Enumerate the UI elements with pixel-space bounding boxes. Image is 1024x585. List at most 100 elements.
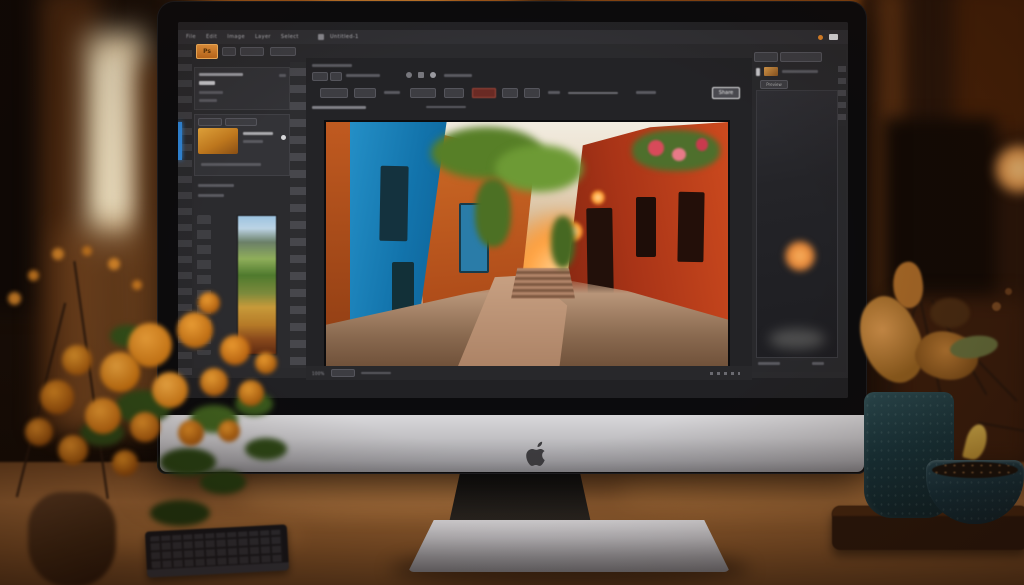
alley-steps xyxy=(511,268,575,299)
options-chip[interactable] xyxy=(330,72,342,81)
right-panel-tab[interactable] xyxy=(754,52,778,62)
layer-row-label xyxy=(198,194,224,197)
status-icons[interactable] xyxy=(710,372,740,375)
photo-editor-window: File Edit Image Layer Select Untitled-1 … xyxy=(178,22,848,398)
preview-thumbnail[interactable] xyxy=(764,67,778,76)
orange-flower xyxy=(178,420,204,446)
toolbar-chip[interactable] xyxy=(222,47,236,56)
panel-tab[interactable] xyxy=(225,118,257,126)
flower-leaves xyxy=(150,500,210,526)
orange-flower-small xyxy=(132,280,142,290)
alley-greenery xyxy=(495,145,583,192)
alley-flowers xyxy=(696,138,708,151)
right-panel-dock: Preview xyxy=(752,50,846,372)
orange-flower-small xyxy=(8,292,21,305)
document-icon xyxy=(318,34,324,40)
right-edge-buttons[interactable] xyxy=(838,66,846,126)
menu-item-layer[interactable]: Layer xyxy=(255,34,271,40)
props-control-alert[interactable] xyxy=(472,88,496,98)
window-bottom-strip xyxy=(178,378,848,398)
window-control-icon[interactable] xyxy=(829,34,838,40)
active-tool-indicator xyxy=(178,122,182,160)
background-window-light xyxy=(100,58,134,214)
props-control[interactable] xyxy=(320,88,348,98)
options-icon[interactable] xyxy=(406,72,412,78)
zoom-level[interactable]: 100% xyxy=(312,371,325,376)
options-icon[interactable] xyxy=(418,72,424,78)
options-icon[interactable] xyxy=(430,72,436,78)
alley-dark-window xyxy=(380,166,409,242)
screen-reflection-blob xyxy=(769,329,825,349)
props-slider[interactable] xyxy=(568,92,618,94)
props-control[interactable] xyxy=(524,88,540,98)
flower-leaves xyxy=(245,438,287,460)
status-bar: 100% xyxy=(306,366,752,380)
dried-leaf-dark xyxy=(930,298,970,328)
menu-item-file[interactable]: File xyxy=(186,34,196,40)
alley-flowers xyxy=(672,148,686,161)
alley-doorway xyxy=(587,208,615,294)
toolbar-chip[interactable] xyxy=(270,47,296,56)
props-control[interactable] xyxy=(502,88,518,98)
seed-pod xyxy=(992,302,1001,311)
props-control[interactable] xyxy=(410,88,436,98)
menu-item-image[interactable]: Image xyxy=(227,34,245,40)
layer-row-label xyxy=(198,184,234,187)
props-control[interactable] xyxy=(354,88,376,98)
window-top-strip xyxy=(178,22,848,30)
alley-vine xyxy=(475,179,511,247)
right-panel-tab[interactable] xyxy=(780,52,822,62)
orange-flower xyxy=(177,312,213,348)
screen-reflection-bokeh xyxy=(783,239,817,273)
orange-flower xyxy=(200,368,228,396)
document-title: Untitled-1 xyxy=(330,34,359,40)
orange-flower xyxy=(152,372,188,408)
toolbar-chip[interactable] xyxy=(240,47,264,56)
menu-bar: File Edit Image Layer Select Untitled-1 xyxy=(178,30,848,44)
imac-stand-foot xyxy=(408,520,730,572)
layer-thumbnail-gold[interactable] xyxy=(198,128,238,154)
flower-leaves xyxy=(200,470,246,494)
orange-flower xyxy=(218,420,240,442)
alley-window xyxy=(677,192,704,263)
orange-flower xyxy=(255,352,277,374)
orange-flower xyxy=(85,398,121,434)
notification-dot-icon[interactable] xyxy=(818,35,823,40)
menu-item-select[interactable]: Select xyxy=(281,34,299,40)
orange-flower-small xyxy=(52,248,64,260)
orange-flower xyxy=(25,418,53,446)
apple-logo-icon xyxy=(526,441,548,467)
canvas-image-alley[interactable] xyxy=(324,120,730,384)
status-dropdown[interactable] xyxy=(331,369,355,377)
bowl-contents xyxy=(932,462,1018,478)
canvas-pasteboard: Share xyxy=(306,58,752,374)
orange-flower xyxy=(58,435,88,465)
preview-tab[interactable]: Preview xyxy=(760,80,788,89)
imac-stand-neck xyxy=(449,471,591,523)
alley-vine xyxy=(551,216,575,268)
layer-thumbnail-landscape[interactable] xyxy=(237,215,277,355)
menu-item-edit[interactable]: Edit xyxy=(206,34,217,40)
share-button[interactable]: Share xyxy=(712,87,740,99)
props-control[interactable] xyxy=(444,88,464,98)
orange-flower xyxy=(198,292,220,314)
preview-glass-panel xyxy=(756,90,838,358)
flower-vase-left xyxy=(28,492,116,585)
orange-flower xyxy=(100,352,140,392)
orange-flower xyxy=(130,412,160,442)
orange-flower-small xyxy=(108,258,120,270)
scene: File Edit Image Layer Select Untitled-1 … xyxy=(0,0,1024,585)
orange-flower xyxy=(62,345,92,375)
orange-flower xyxy=(40,380,74,414)
orange-flower-small xyxy=(82,246,92,256)
visibility-dot-icon[interactable] xyxy=(281,135,286,140)
panel-header-label xyxy=(312,106,366,109)
options-chip[interactable] xyxy=(312,72,328,81)
tools-column[interactable] xyxy=(290,62,306,368)
background-furniture xyxy=(955,0,1024,135)
panel-tab[interactable] xyxy=(198,118,222,126)
app-logo-badge[interactable]: Ps xyxy=(196,44,218,59)
keyboard xyxy=(145,524,289,577)
adjustments-panel xyxy=(194,67,290,110)
alley-window xyxy=(636,197,656,257)
